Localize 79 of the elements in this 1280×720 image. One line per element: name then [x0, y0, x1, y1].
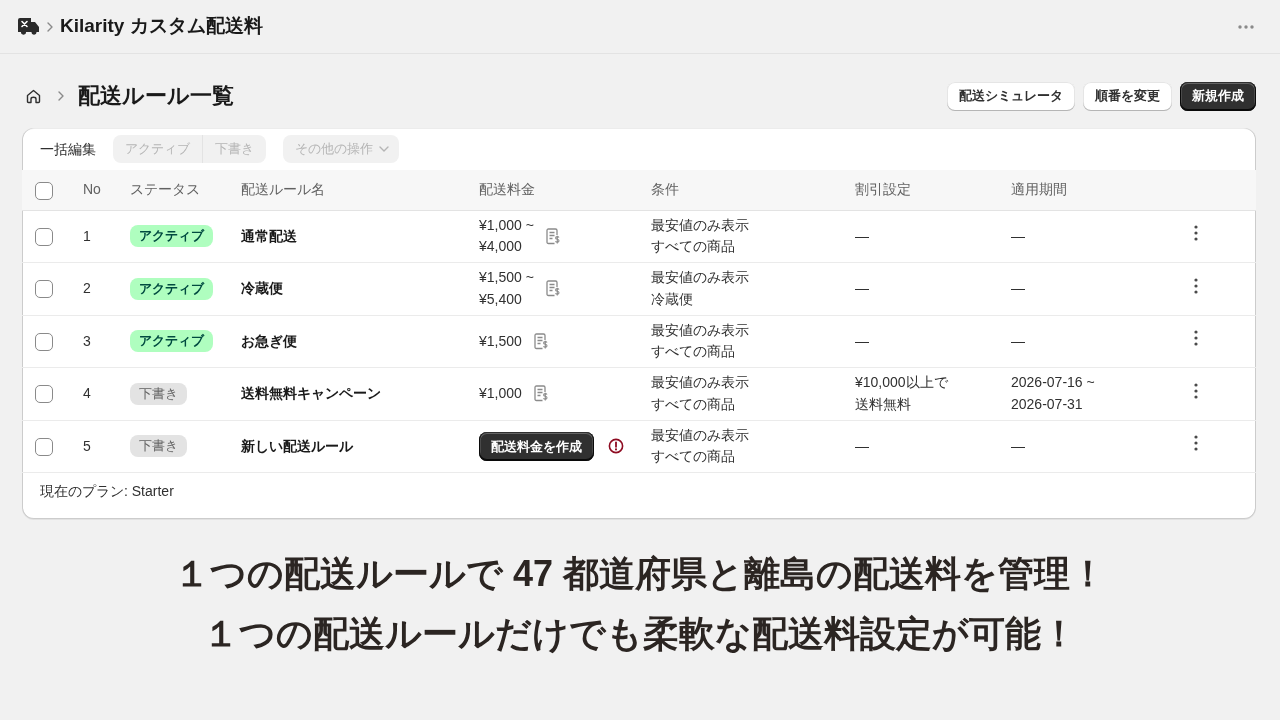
- column-header: 条件: [651, 181, 679, 198]
- fee-amount: ¥1,500: [479, 331, 522, 351]
- row-checkbox[interactable]: [35, 385, 53, 404]
- row-checkbox[interactable]: [35, 280, 53, 299]
- row-menu-button[interactable]: [1194, 382, 1198, 399]
- row-number: 2: [83, 280, 91, 296]
- status-badge: 下書き: [130, 435, 187, 458]
- create-fee-button[interactable]: 配送料金を作成: [479, 431, 594, 461]
- row-number: 5: [83, 437, 91, 454]
- vertical-dots-icon: [1194, 435, 1198, 451]
- more-icon: [1238, 24, 1254, 29]
- vertical-dots-icon: [1194, 225, 1198, 241]
- receipt-icon: [545, 280, 560, 298]
- receipt-icon: [533, 332, 548, 350]
- truck-icon: [18, 18, 39, 35]
- chevron-right-icon: [47, 21, 53, 32]
- column-header: 割引設定: [855, 181, 911, 198]
- row-menu-button[interactable]: [1194, 277, 1198, 294]
- home-button[interactable]: [26, 88, 41, 104]
- row-checkbox[interactable]: [35, 437, 53, 456]
- conditions-text: 最安値のみ表示 すべての商品: [651, 373, 749, 414]
- column-header: 適用期間: [1011, 181, 1067, 198]
- period-text: —: [1011, 331, 1025, 351]
- rule-name: 新しい配送ルール: [241, 437, 353, 454]
- discount-text: —: [855, 226, 869, 246]
- status-badge: 下書き: [130, 382, 187, 405]
- action-button[interactable]: 順番を変更: [1083, 81, 1172, 111]
- rule-name: お急ぎ便: [241, 332, 297, 349]
- rule-name: 通常配送: [241, 227, 297, 244]
- home-icon: [26, 88, 41, 104]
- status-badge: アクティブ: [130, 330, 213, 353]
- select-all-checkbox[interactable]: [35, 181, 53, 200]
- caption-text: １つの配送ルールで 47 都道府県と離島の配送料を管理！: [173, 552, 1106, 596]
- caption-text: １つの配送ルールだけでも柔軟な配送料設定が可能！: [203, 612, 1077, 656]
- column-header: No: [83, 181, 101, 198]
- conditions-text: 最安値のみ表示 すべての商品: [651, 215, 749, 257]
- row-checkbox[interactable]: [35, 332, 53, 351]
- conditions-text: 最安値のみ表示 すべての商品: [651, 425, 749, 467]
- row-menu-button[interactable]: [1194, 225, 1198, 241]
- fee-amount: ¥1,500 ~ ¥5,400: [479, 268, 534, 309]
- create-button[interactable]: 新規作成: [1180, 81, 1256, 111]
- conditions-text: 最安値のみ表示 冷蔵便: [651, 268, 749, 309]
- chevron-down-icon: [379, 146, 389, 152]
- status-badge: アクティブ: [130, 277, 213, 300]
- fee-amount: ¥1,000: [479, 384, 522, 403]
- vertical-dots-icon: [1194, 330, 1198, 346]
- conditions-text: 最安値のみ表示 すべての商品: [651, 320, 749, 362]
- rule-name: 冷蔵便: [241, 280, 283, 296]
- period-text: —: [1011, 436, 1025, 456]
- bulk-edit-label: 一括編集: [40, 139, 96, 159]
- fee-amount: ¥1,000 ~ ¥4,000: [479, 215, 534, 257]
- row-number: 4: [83, 385, 91, 401]
- vertical-dots-icon: [1194, 277, 1198, 294]
- action-button[interactable]: 配送シミュレータ: [947, 81, 1075, 111]
- receipt-icon: [545, 227, 560, 245]
- column-header: 配送ルール名: [241, 181, 325, 198]
- column-header: ステータス: [130, 181, 200, 198]
- receipt-icon: [533, 385, 548, 403]
- chevron-right-icon: [58, 91, 64, 101]
- vertical-dots-icon: [1194, 382, 1198, 399]
- row-number: 1: [83, 227, 91, 244]
- discount-text: —: [855, 279, 869, 298]
- rule-name: 送料無料キャンペーン: [241, 385, 381, 401]
- row-checkbox[interactable]: [35, 227, 53, 246]
- period-text: —: [1011, 226, 1025, 246]
- discount-text: —: [855, 436, 869, 456]
- discount-text: —: [855, 331, 869, 351]
- period-text: 2026-07-16 ~ 2026-07-31: [1011, 373, 1095, 414]
- page-title: 配送ルール一覧: [78, 82, 234, 110]
- column-header: 配送料金: [479, 181, 535, 198]
- row-menu-button[interactable]: [1194, 435, 1198, 451]
- period-text: —: [1011, 279, 1025, 298]
- plan-text: 現在のプラン: Starter: [40, 483, 174, 499]
- row-menu-button[interactable]: [1194, 330, 1198, 346]
- status-badge: アクティブ: [130, 225, 213, 248]
- row-number: 3: [83, 332, 91, 349]
- alert-icon: [608, 438, 624, 455]
- discount-text: ¥10,000以上で 送料無料: [855, 373, 948, 414]
- app-title: Kilarity カスタム配送料: [60, 14, 263, 39]
